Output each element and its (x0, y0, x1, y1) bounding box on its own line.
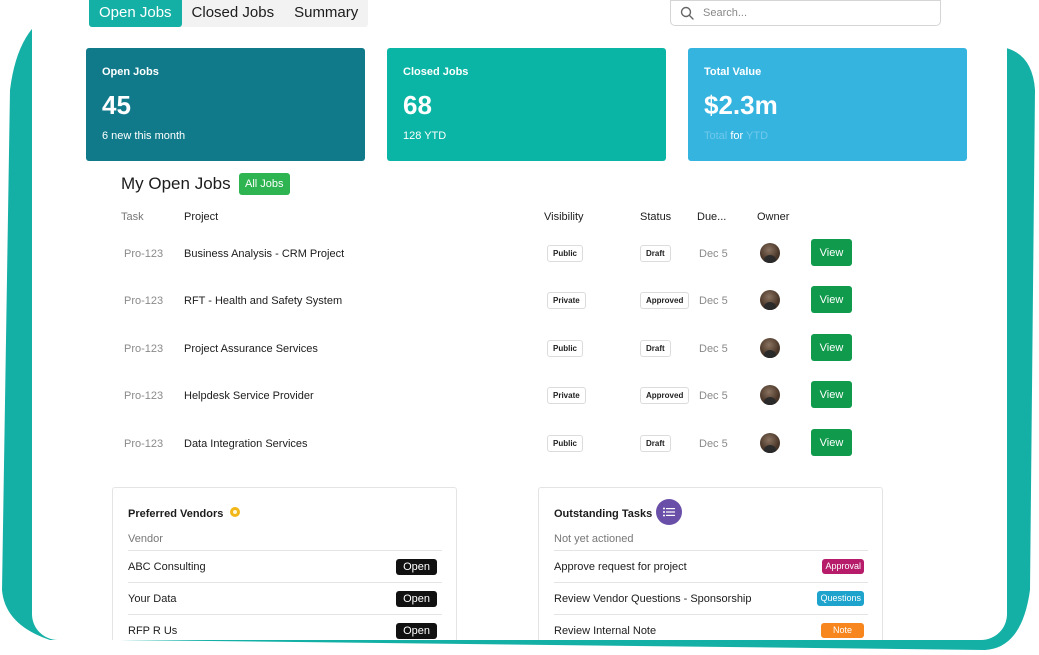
column-header-project[interactable]: Project (184, 210, 218, 224)
tab-summary[interactable]: Summary (284, 0, 368, 27)
list-item: RFP R Us Open (128, 614, 442, 640)
project-name[interactable]: Business Analysis - CRM Project (184, 247, 344, 261)
status-badge: Draft (640, 435, 671, 452)
owner-avatar (760, 385, 780, 405)
column-header-visibility[interactable]: Visibility (544, 210, 584, 224)
status-badge: Draft (640, 245, 671, 262)
column-header-owner[interactable]: Owner (757, 210, 789, 224)
task-id: Pro-123 (124, 295, 164, 307)
task-id: Pro-123 (124, 438, 164, 450)
due-date: Dec 5 (699, 390, 728, 402)
closed-jobs-subtext: 128 YTD (403, 130, 447, 142)
note-tag: Note (821, 623, 864, 638)
visibility-badge: Public (547, 435, 584, 452)
column-header-status[interactable]: Status (640, 210, 671, 224)
open-jobs-subtext: 6 new this month (102, 130, 186, 142)
preferred-vendors-panel: Preferred Vendors Vendor ABC Consulting … (112, 487, 457, 640)
list-lines-icon (663, 507, 675, 517)
owner-avatar (760, 290, 780, 310)
visibility-badge: Public (547, 245, 584, 262)
table-row: Pro-123 Business Analysis - CRM Project … (86, 239, 966, 269)
task-label: Review Vendor Questions - Sponsorship (554, 593, 752, 605)
status-badge: Draft (640, 340, 671, 357)
outstanding-tasks-panel: Outstanding Tasks Not yet actioned Appro… (538, 487, 883, 640)
list-item: Your Data Open (128, 582, 442, 614)
preferred-vendors-title: Preferred Vendors (128, 508, 224, 520)
task-label: Approve request for project (554, 561, 687, 573)
view-button[interactable]: View (811, 239, 852, 266)
open-vendor-button[interactable]: Open (396, 591, 437, 607)
list-item[interactable]: Approve request for project Approval (554, 550, 868, 582)
column-header-task[interactable]: Task (121, 210, 144, 224)
column-header-due[interactable]: Due... (697, 210, 726, 224)
owner-avatar (760, 433, 780, 453)
dashboard-screen: Open Jobs Closed Jobs Summary Open Jobs … (32, 0, 1007, 640)
list-item[interactable]: Review Internal Note Note (554, 614, 868, 640)
table-row: Pro-123 Project Assurance Services Publi… (86, 334, 966, 364)
task-id: Pro-123 (124, 343, 164, 355)
list-item: ABC Consulting Open (128, 550, 442, 582)
view-button[interactable]: View (811, 381, 852, 408)
total-value-subtext: Total for YTD (704, 129, 951, 143)
approval-tag: Approval (822, 559, 864, 574)
questions-tag: Questions (817, 591, 864, 606)
owner-avatar (760, 243, 780, 263)
status-badge: Approved (640, 387, 690, 404)
visibility-badge: Public (547, 340, 584, 357)
search-input[interactable] (703, 7, 923, 19)
status-badge: Approved (640, 292, 690, 309)
vendor-name: RFP R Us (128, 625, 178, 637)
task-id: Pro-123 (124, 248, 164, 260)
total-value-sub-b: for (730, 130, 744, 142)
list-icon[interactable] (656, 499, 682, 525)
project-name[interactable]: Helpdesk Service Provider (184, 389, 314, 403)
due-date: Dec 5 (699, 248, 728, 260)
project-name[interactable]: Data Integration Services (184, 437, 308, 451)
visibility-badge: Private (547, 292, 586, 309)
table-row: Pro-123 RFT - Health and Safety System P… (86, 286, 966, 316)
list-item[interactable]: Review Vendor Questions - Sponsorship Qu… (554, 582, 868, 614)
tasks-subtitle: Not yet actioned (554, 533, 634, 545)
task-label: Review Internal Note (554, 625, 657, 637)
table-row: Pro-123 Data Integration Services Public… (86, 429, 966, 459)
closed-jobs-card: Closed Jobs 68 128 YTD (387, 48, 666, 161)
total-value-sub-c: YTD (746, 130, 769, 142)
due-date: Dec 5 (699, 295, 728, 307)
due-date: Dec 5 (699, 438, 728, 450)
open-jobs-card-title: Open Jobs (102, 66, 159, 78)
total-value-sub-a: Total (704, 130, 728, 142)
total-value-amount: $2.3m (704, 90, 778, 120)
open-vendor-button[interactable]: Open (396, 559, 437, 575)
search-icon (680, 6, 694, 20)
open-jobs-count: 45 (102, 90, 131, 120)
vendor-name: Your Data (128, 593, 177, 605)
my-open-jobs-title: My Open Jobs (121, 174, 231, 193)
total-value-card: Total Value $2.3m Total for YTD (688, 48, 967, 161)
visibility-badge: Private (547, 387, 586, 404)
open-vendor-button[interactable]: Open (396, 623, 437, 639)
view-button[interactable]: View (811, 334, 852, 361)
vendor-column-header: Vendor (128, 533, 163, 545)
due-date: Dec 5 (699, 343, 728, 355)
open-jobs-card: Open Jobs 45 6 new this month (86, 48, 365, 161)
total-value-card-title: Total Value (704, 66, 762, 78)
project-name[interactable]: Project Assurance Services (184, 342, 318, 356)
star-icon (230, 507, 240, 517)
closed-jobs-count: 68 (403, 90, 432, 120)
vendor-name: ABC Consulting (128, 561, 206, 573)
view-tabs: Open Jobs Closed Jobs Summary (89, 0, 369, 27)
project-name[interactable]: RFT - Health and Safety System (184, 294, 342, 308)
view-button[interactable]: View (811, 429, 852, 456)
table-row: Pro-123 Helpdesk Service Provider Privat… (86, 381, 966, 411)
closed-jobs-card-title: Closed Jobs (403, 66, 469, 78)
all-jobs-button[interactable]: All Jobs (239, 173, 290, 195)
outstanding-tasks-title: Outstanding Tasks (554, 508, 653, 520)
task-id: Pro-123 (124, 390, 164, 402)
search-box[interactable] (670, 0, 941, 26)
tab-open-jobs[interactable]: Open Jobs (89, 0, 182, 27)
owner-avatar (760, 338, 780, 358)
tab-closed-jobs[interactable]: Closed Jobs (182, 0, 285, 27)
view-button[interactable]: View (811, 286, 852, 313)
